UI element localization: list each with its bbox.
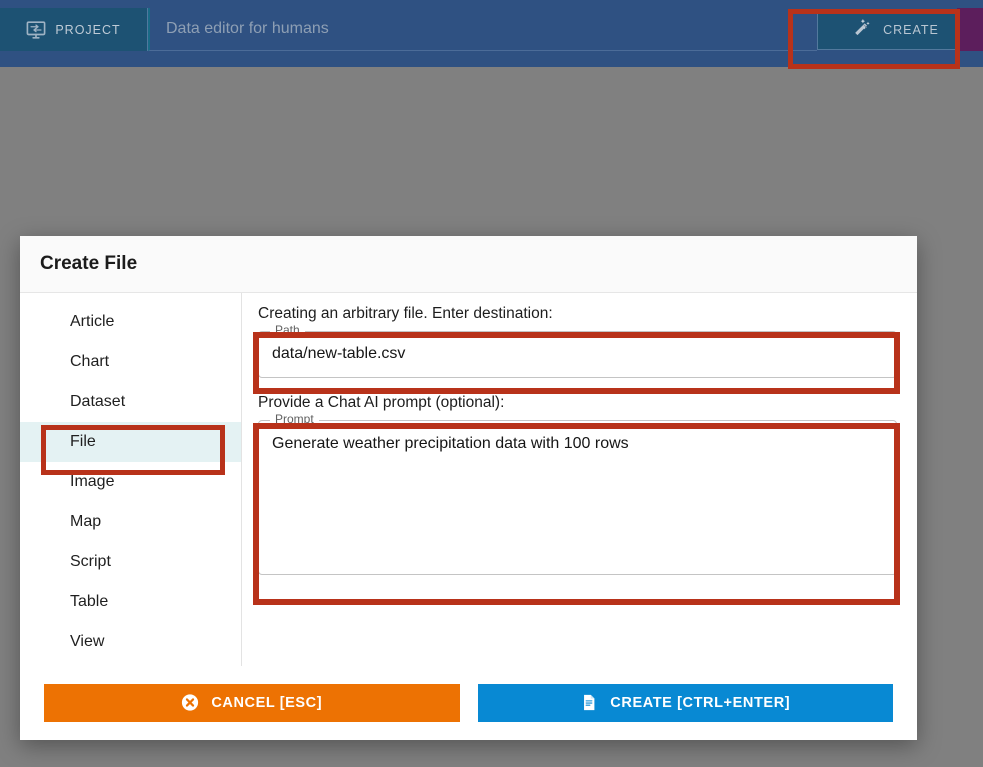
project-title-input[interactable]: Data editor for humans [148,8,817,51]
cancel-button[interactable]: CANCEL [ESC] [44,684,460,722]
type-item-label: Map [70,513,101,531]
create-file-dialog: Create File Article Chart Dataset File I… [20,236,917,740]
type-item-label: Table [70,593,108,611]
path-field-outline: Path data/new-table.csv [258,331,897,378]
type-item-label: File [70,433,96,451]
prompt-field-outline: Prompt Generate weather precipitation da… [258,420,897,575]
create-button-label: CREATE [CTRL+ENTER] [610,695,790,711]
type-item-dataset[interactable]: Dataset [20,382,241,422]
topbar-lower-strip [0,51,983,67]
magic-wand-icon [851,17,873,42]
create-button[interactable]: CREATE [CTRL+ENTER] [478,684,894,722]
dialog-body: Article Chart Dataset File Image Map [20,293,917,666]
type-item-chart[interactable]: Chart [20,342,241,382]
project-button-label: PROJECT [55,23,120,37]
type-item-label: Dataset [70,393,125,411]
type-item-label: Chart [70,353,109,371]
type-item-label: Script [70,553,111,571]
toolbar-create-button[interactable]: CREATE [817,9,973,50]
app-root: PROJECT Data editor for humans CREATE [0,0,983,767]
type-item-table[interactable]: Table [20,582,241,622]
purple-edge-panel [957,8,983,51]
dialog-title-bar: Create File [20,236,917,293]
x-circle-icon [181,693,199,712]
path-field[interactable]: Path data/new-table.csv [258,331,897,378]
path-field-value[interactable]: data/new-table.csv [259,332,896,374]
type-item-article[interactable]: Article [20,302,241,342]
top-app-bar: PROJECT Data editor for humans CREATE [0,0,983,67]
dialog-title: Create File [40,253,137,275]
path-caption: Creating an arbitrary file. Enter destin… [258,305,897,323]
type-item-label: Image [70,473,114,491]
topbar-upper-strip [0,0,983,8]
type-item-label: View [70,633,104,651]
monitor-data-icon [26,21,46,39]
create-type-list: Article Chart Dataset File Image Map [20,293,242,666]
type-item-view[interactable]: View [20,622,241,662]
project-title-placeholder: Data editor for humans [166,20,329,38]
topbar-row: PROJECT Data editor for humans CREATE [0,8,983,51]
toolbar-create-label: CREATE [883,23,939,37]
prompt-caption: Provide a Chat AI prompt (optional): [258,394,897,412]
prompt-field[interactable]: Prompt Generate weather precipitation da… [258,420,897,575]
prompt-field-label: Prompt [270,413,319,425]
project-button[interactable]: PROJECT [0,8,148,51]
type-item-map[interactable]: Map [20,502,241,542]
path-field-label: Path [270,324,305,336]
dialog-actions: CANCEL [ESC] CREATE [CTRL+ENTER] [20,666,917,739]
prompt-field-value[interactable]: Generate weather precipitation data with… [259,421,896,464]
type-item-file[interactable]: File [20,422,241,462]
create-form-pane: Creating an arbitrary file. Enter destin… [242,293,917,666]
file-document-icon [580,693,598,712]
type-item-script[interactable]: Script [20,542,241,582]
type-item-image[interactable]: Image [20,462,241,502]
cancel-button-label: CANCEL [ESC] [211,695,322,711]
type-item-label: Article [70,313,114,331]
